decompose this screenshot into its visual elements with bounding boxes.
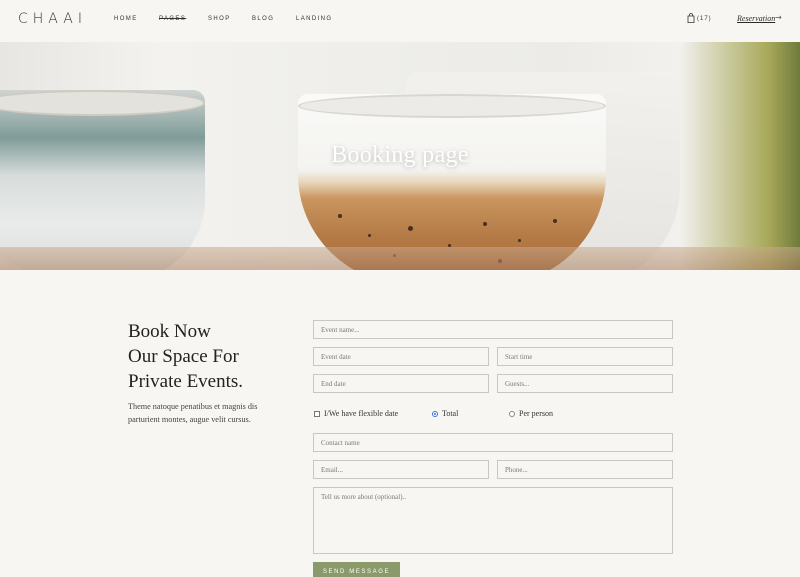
pricing-per-person-label: Per person (519, 409, 553, 418)
pricing-total-radio[interactable] (432, 410, 438, 417)
booking-heading-line: Private Events. (128, 371, 244, 392)
start-time-input[interactable] (497, 347, 673, 366)
pricing-per-person-radio[interactable] (509, 410, 515, 417)
message-textarea[interactable] (313, 487, 673, 554)
event-name-input[interactable] (313, 320, 673, 339)
cart-button[interactable]: (17) (687, 13, 712, 25)
site-logo[interactable]: CHAAI (18, 11, 87, 27)
nav-shop[interactable]: SHOP (208, 16, 231, 22)
page-title: Booking page (331, 142, 469, 168)
arrow-right-icon: → (775, 13, 782, 22)
email-input[interactable] (313, 460, 489, 479)
hero-cup-main-image (298, 94, 606, 270)
booking-heading-line: Book Now (128, 321, 211, 342)
reservation-link[interactable]: Reservation (737, 14, 775, 23)
nav-home[interactable]: HOME (114, 16, 138, 22)
site-header: CHAAI HOME PAGES SHOP BLOG LANDING (17) … (0, 0, 800, 42)
booking-heading-line: Our Space For (128, 346, 239, 367)
event-date-input[interactable] (313, 347, 489, 366)
nav-pages[interactable]: PAGES (159, 16, 186, 22)
nav-landing[interactable]: LANDING (296, 16, 332, 22)
booking-description: Theme natoque penatibus et magnis dis pa… (128, 402, 258, 424)
booking-heading: Book Now Our Space For Private Events. (128, 319, 298, 394)
hero-banner: Booking page (0, 42, 800, 270)
flexible-date-checkbox[interactable] (314, 410, 320, 417)
guests-input[interactable] (497, 374, 673, 393)
pricing-per-person-option[interactable]: Per person (509, 409, 553, 418)
cart-count: (17) (697, 16, 712, 22)
nav-blog[interactable]: BLOG (252, 16, 274, 22)
flexible-date-option[interactable]: I/We have flexible date (314, 409, 398, 418)
pricing-total-option[interactable]: Total (432, 409, 458, 418)
hero-shelf (0, 247, 800, 270)
contact-name-input[interactable] (313, 433, 673, 452)
shopping-bag-icon (687, 13, 695, 25)
flexible-date-label: I/We have flexible date (324, 409, 399, 418)
pricing-total-label: Total (442, 409, 459, 418)
send-message-button[interactable]: SEND MESSAGE (313, 562, 400, 577)
hero-cup-left-image (0, 90, 205, 270)
phone-input[interactable] (497, 460, 673, 479)
end-date-input[interactable] (313, 374, 489, 393)
